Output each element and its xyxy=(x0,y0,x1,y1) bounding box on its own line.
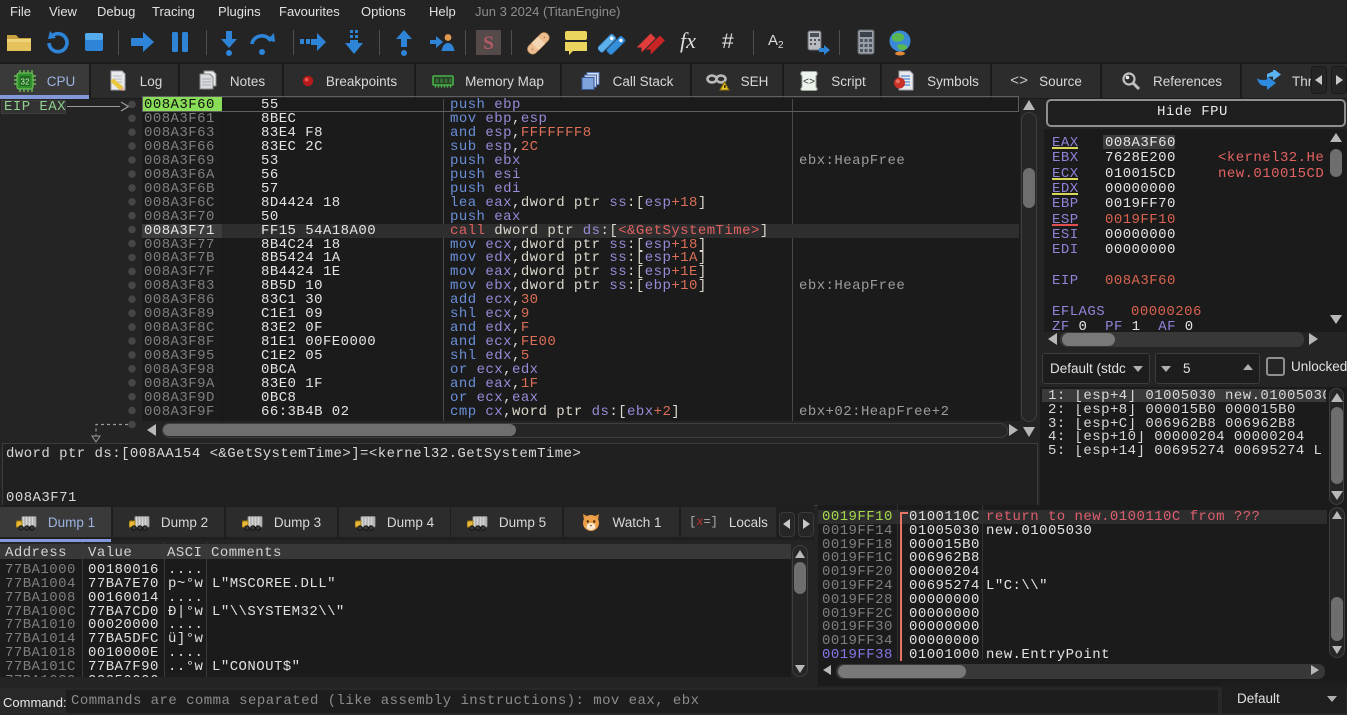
svg-text:<>: <> xyxy=(803,78,815,89)
svg-text:S: S xyxy=(483,33,494,54)
